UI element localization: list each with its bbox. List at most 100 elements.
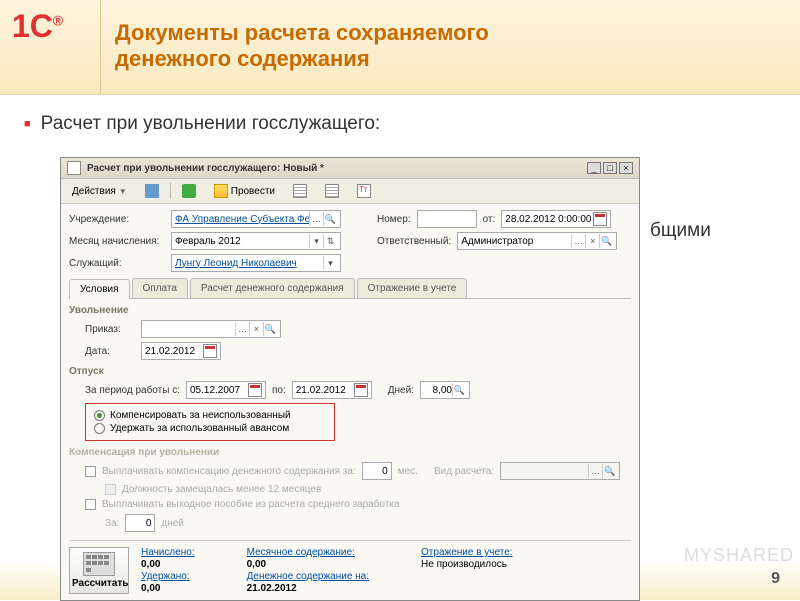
radio-group-highlight: Компенсировать за неиспользованный Удерж… xyxy=(85,403,335,441)
months-value: 0 xyxy=(366,466,388,477)
from-label: от: xyxy=(483,214,496,225)
plus-icon xyxy=(182,184,196,198)
days-input[interactable]: 8,00🔍 xyxy=(420,381,470,399)
dismiss-date-input[interactable]: 21.02.2012 xyxy=(141,342,221,360)
calendar-icon[interactable] xyxy=(593,212,607,226)
less12-label: Должность замещалась менее 12 месяцев xyxy=(122,484,321,495)
list-icon xyxy=(325,184,339,198)
radio-withhold[interactable] xyxy=(94,423,105,434)
emp-value[interactable]: Лунгу Леонид Николаевич xyxy=(175,258,323,269)
tt-icon xyxy=(357,184,371,198)
select-icon[interactable]: … xyxy=(571,234,585,248)
kind-input: …🔍 xyxy=(500,462,620,480)
za-input[interactable]: 0 xyxy=(125,514,155,532)
post-icon xyxy=(214,184,228,198)
withheld-link[interactable]: Удержано: xyxy=(141,571,195,582)
section-vacation: Отпуск xyxy=(69,366,631,377)
close-button[interactable]: × xyxy=(619,162,633,174)
monthly-link[interactable]: Месячное содержание: xyxy=(247,547,369,558)
severance-label: Выплачивать выходное пособие из расчета … xyxy=(102,499,400,510)
list-button[interactable] xyxy=(318,181,346,201)
dropdown-icon[interactable]: ▾ xyxy=(323,256,337,270)
disk-icon xyxy=(145,184,159,198)
section-dismissal: Увольнение xyxy=(69,305,631,316)
period-to-input[interactable]: 21.02.2012 xyxy=(292,381,372,399)
select-icon[interactable]: … xyxy=(309,212,323,226)
month-input[interactable]: Февраль 2012 ▾⇅ xyxy=(171,232,341,250)
chk-pay-comp[interactable] xyxy=(85,466,96,477)
org-label: Учреждение: xyxy=(69,214,165,225)
tt-button[interactable] xyxy=(350,181,378,201)
chk-severance[interactable] xyxy=(85,499,96,510)
period-from-input[interactable]: 05.12.2007 xyxy=(186,381,266,399)
title-line-1: Документы расчета сохраняемого xyxy=(115,20,489,46)
radio-withhold-label: Удержать за использованный авансом xyxy=(110,423,289,434)
kind-label: Вид расчета: xyxy=(434,466,494,477)
toolbar: Действия▼ Провести xyxy=(61,179,639,204)
spinner-icon[interactable]: ⇅ xyxy=(323,234,337,248)
months-suffix: мес. xyxy=(398,466,418,477)
select-icon[interactable]: … xyxy=(235,322,249,336)
maximize-button[interactable]: □ xyxy=(603,162,617,174)
window-footer: Рассчитать Начислено: 0,00 Удержано: 0,0… xyxy=(69,540,631,594)
order-label: Приказ: xyxy=(85,324,135,335)
background-cutoff-text: бщими xyxy=(650,220,711,242)
magnifier-icon[interactable]: 🔍 xyxy=(599,234,613,248)
tab-conditions[interactable]: Условия xyxy=(69,279,130,299)
report-button[interactable] xyxy=(286,181,314,201)
new-button[interactable] xyxy=(175,181,203,201)
divider xyxy=(100,0,101,94)
provesti-button[interactable]: Провести xyxy=(207,181,282,201)
save-button[interactable] xyxy=(138,181,166,201)
radio-compensate[interactable] xyxy=(94,410,105,421)
date-input[interactable]: 28.02.2012 0:00:00 xyxy=(501,210,611,228)
minimize-button[interactable]: _ xyxy=(587,162,601,174)
za-value: 0 xyxy=(129,518,151,529)
dc-link[interactable]: Денежное содержание на: xyxy=(247,571,369,582)
calculate-label: Рассчитать xyxy=(72,578,126,589)
months-input[interactable]: 0 xyxy=(362,462,392,480)
select-icon: … xyxy=(588,464,602,478)
org-value[interactable]: ФА Управление Субъекта Федерац xyxy=(175,214,309,225)
resp-input[interactable]: Администратор …×🔍 xyxy=(457,232,617,250)
dc-value: 21.02.2012 xyxy=(247,583,369,594)
tab-calc[interactable]: Расчет денежного содержания xyxy=(190,278,355,298)
resp-label: Ответственный: xyxy=(377,236,451,247)
month-value: Февраль 2012 xyxy=(175,236,309,247)
grid-icon xyxy=(293,184,307,198)
clear-icon[interactable]: × xyxy=(249,322,263,336)
separator xyxy=(170,183,171,199)
accounting-link[interactable]: Отражение в учете: xyxy=(421,547,513,558)
dropdown-icon[interactable]: ▾ xyxy=(309,234,323,248)
magnifier-icon[interactable]: 🔍 xyxy=(323,212,337,226)
calendar-icon[interactable] xyxy=(203,344,217,358)
magnifier-icon[interactable]: 🔍 xyxy=(452,383,466,397)
period-label: За период работы с: xyxy=(85,385,180,396)
za-suffix: дней xyxy=(161,518,184,529)
radio-compensate-label: Компенсировать за неиспользованный xyxy=(110,410,291,421)
resp-value: Администратор xyxy=(461,236,571,247)
emp-input[interactable]: Лунгу Леонид Николаевич ▾ xyxy=(171,254,341,272)
section-compensation: Компенсация при увольнении xyxy=(69,447,631,458)
accrued-link[interactable]: Начислено: xyxy=(141,547,195,558)
tab-payment[interactable]: Оплата xyxy=(132,278,188,298)
calculator-icon xyxy=(83,552,115,576)
calculate-button[interactable]: Рассчитать xyxy=(69,547,129,594)
document-icon xyxy=(67,161,81,175)
pay-comp-label: Выплачивать компенсацию денежного содерж… xyxy=(102,466,356,477)
slide-title: Документы расчета сохраняемого денежного… xyxy=(115,20,489,73)
clear-icon[interactable]: × xyxy=(585,234,599,248)
order-input[interactable]: …×🔍 xyxy=(141,320,281,338)
provesti-label: Провести xyxy=(231,186,275,197)
actions-menu[interactable]: Действия▼ xyxy=(65,183,134,200)
calendar-icon[interactable] xyxy=(354,383,368,397)
magnifier-icon[interactable]: 🔍 xyxy=(263,322,277,336)
org-input[interactable]: ФА Управление Субъекта Федерац …🔍 xyxy=(171,210,341,228)
window-title: Расчет при увольнении госслужащего: Новы… xyxy=(87,163,587,174)
window-titlebar[interactable]: Расчет при увольнении госслужащего: Новы… xyxy=(61,158,639,179)
calendar-icon[interactable] xyxy=(248,383,262,397)
logo-1c: 1C® xyxy=(12,8,72,68)
tab-accounting[interactable]: Отражение в учете xyxy=(357,278,468,298)
tabs: Условия Оплата Расчет денежного содержан… xyxy=(69,278,631,299)
num-input[interactable] xyxy=(417,210,477,228)
